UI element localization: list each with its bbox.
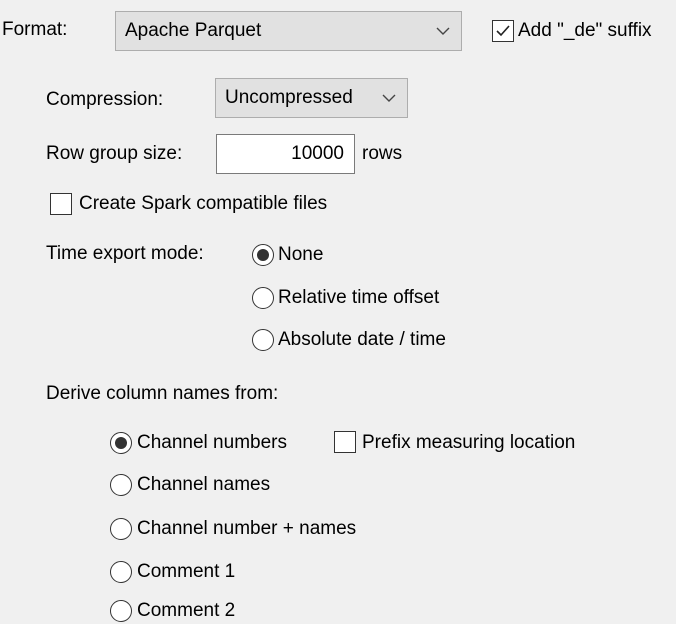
derive-channel-number-names-radio[interactable] bbox=[110, 518, 132, 540]
compression-label: Compression: bbox=[46, 89, 164, 110]
derive-comment-1-label[interactable]: Comment 1 bbox=[137, 561, 235, 583]
row-group-unit-label: rows bbox=[362, 143, 403, 164]
time-export-none-radio[interactable] bbox=[252, 244, 274, 266]
format-selected-value: Apache Parquet bbox=[125, 20, 262, 41]
derive-channel-names-label[interactable]: Channel names bbox=[137, 474, 270, 496]
compression-selected-value: Uncompressed bbox=[225, 87, 353, 108]
derive-channel-numbers-label[interactable]: Channel numbers bbox=[137, 432, 287, 454]
row-group-size-input[interactable]: 10000 bbox=[216, 134, 355, 174]
derive-column-names-label: Derive column names from: bbox=[46, 383, 279, 404]
derive-channel-names-radio[interactable] bbox=[110, 474, 132, 496]
checkmark-icon bbox=[496, 25, 510, 37]
derive-comment-1-radio[interactable] bbox=[110, 561, 132, 583]
prefix-measuring-location-checkbox[interactable] bbox=[334, 431, 356, 453]
row-group-size-label: Row group size: bbox=[46, 143, 183, 164]
compression-select[interactable]: Uncompressed bbox=[215, 78, 408, 118]
derive-channel-numbers-radio[interactable] bbox=[110, 432, 132, 454]
time-export-absolute-label[interactable]: Absolute date / time bbox=[278, 329, 446, 351]
chevron-down-icon bbox=[436, 27, 450, 35]
derive-channel-number-names-label[interactable]: Channel number + names bbox=[137, 518, 356, 540]
time-export-mode-label: Time export mode: bbox=[46, 243, 204, 264]
time-export-relative-radio[interactable] bbox=[252, 287, 274, 309]
derive-comment-2-radio[interactable] bbox=[110, 600, 132, 622]
derive-comment-2-label[interactable]: Comment 2 bbox=[137, 600, 235, 622]
chevron-down-icon bbox=[382, 94, 396, 102]
format-select[interactable]: Apache Parquet bbox=[115, 11, 462, 51]
add-suffix-label[interactable]: Add "_de" suffix bbox=[518, 20, 652, 42]
spark-compatible-checkbox[interactable] bbox=[50, 193, 72, 215]
time-export-absolute-radio[interactable] bbox=[252, 329, 274, 351]
time-export-relative-label[interactable]: Relative time offset bbox=[278, 287, 439, 309]
time-export-none-label[interactable]: None bbox=[278, 244, 323, 266]
spark-compatible-label[interactable]: Create Spark compatible files bbox=[79, 193, 327, 215]
format-label: Format: bbox=[2, 19, 68, 40]
prefix-measuring-location-label[interactable]: Prefix measuring location bbox=[362, 432, 575, 454]
add-suffix-checkbox[interactable] bbox=[492, 20, 514, 42]
